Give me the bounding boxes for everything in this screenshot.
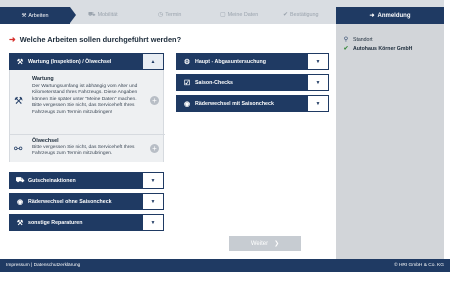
add-wartung-button[interactable]: + (150, 96, 159, 105)
summary-sidebar: ⚲ Standort ✔ Autohaus Körner GmbH (336, 24, 444, 259)
accordion-raederwechsel-mit[interactable]: ◉ Räderwechsel mit Saisoncheck ▼ (176, 95, 329, 112)
check-icon: ✔ (283, 12, 289, 18)
chevron-down-icon[interactable]: ▼ (142, 214, 164, 231)
accordion-sonstige-reparaturen[interactable]: ⚒ sonstige Reparaturen ▼ (9, 214, 164, 231)
page-question: ➜ Welche Arbeiten sollen durchgeführt we… (9, 35, 182, 44)
accordion-wartung[interactable]: ⚒ Wartung (Inspektion) / Ölwechsel ▲ (9, 53, 164, 70)
option-wartung[interactable]: ⚒ Wartung Der Wartungsumfang ist abhängi… (10, 70, 165, 134)
chevron-right-icon: ❯ (274, 241, 280, 247)
page-edge (444, 0, 450, 259)
wartung-options-panel: ⚒ Wartung Der Wartungsumfang ist abhängi… (9, 70, 165, 162)
wrench-icon: ⚒ (21, 12, 27, 19)
user-icon: ▢ (220, 12, 226, 18)
chevron-down-icon[interactable]: ▼ (307, 95, 329, 112)
footer-links[interactable]: Impressum | Datenschutzerklärung (6, 263, 80, 268)
step-mobilitaet[interactable]: ⛟ Mobilität (88, 8, 118, 21)
location-label-row: ⚲ Standort (343, 36, 373, 44)
chevron-down-icon[interactable]: ▼ (307, 74, 329, 91)
wrench-screwdriver-icon: ⚒ (16, 58, 24, 66)
checklist-icon: ☑ (183, 79, 191, 87)
step-arbeiten[interactable]: ⚒ Arbeiten (0, 7, 76, 24)
chevron-up-icon[interactable]: ▲ (142, 53, 164, 70)
login-icon: ➜ (369, 13, 375, 19)
add-oelwechsel-button[interactable]: + (150, 144, 159, 153)
footer-copyright: © HRI GmbH & Co. KG (394, 263, 444, 268)
step-meine-daten[interactable]: ▢ Meine Daten (220, 8, 258, 21)
chevron-down-icon[interactable]: ▼ (307, 53, 329, 70)
car-icon: ⛟ (15, 177, 25, 184)
check-circle-icon: ✔ (343, 46, 349, 52)
inspection-icon: ⚙ (183, 58, 191, 66)
chevron-down-icon[interactable]: ▼ (142, 172, 164, 189)
arrow-right-icon: ➜ (9, 35, 16, 44)
chevron-down-icon[interactable]: ▼ (142, 193, 164, 210)
accordion-hu-au[interactable]: ⚙ Haupt - Abgasuntersuchung ▼ (176, 53, 329, 70)
clock-icon: ◷ (158, 12, 164, 18)
wrench-screwdriver-icon: ⚒ (16, 219, 24, 227)
accordion-gutscheinaktionen[interactable]: ⛟ Gutscheinaktionen ▼ (9, 172, 164, 189)
wrench-screwdriver-icon: ⚒ (14, 96, 23, 107)
location-pin-icon: ⚲ (343, 37, 349, 43)
car-icon: ⛟ (88, 11, 96, 18)
oil-can-icon: ⚯ (14, 144, 23, 155)
next-button[interactable]: Weiter ❯ (229, 236, 301, 251)
option-oelwechsel[interactable]: ⚯ Ölwechsel Bitte vergessen Sie nicht, d… (10, 135, 165, 162)
accordion-saison-checks[interactable]: ☑ Saison-Checks ▼ (176, 74, 329, 91)
footer: Impressum | Datenschutzerklärung © HRI G… (0, 259, 450, 272)
login-button[interactable]: ➜ Anmeldung (336, 7, 444, 24)
tire-icon: ◉ (183, 100, 191, 108)
accordion-raederwechsel-ohne[interactable]: ◉ Räderwechsel ohne Saisoncheck ▼ (9, 193, 164, 210)
bottom-spacer (0, 272, 450, 282)
main-content: ➜ Welche Arbeiten sollen durchgeführt we… (0, 24, 336, 259)
step-termin[interactable]: ◷ Termin (158, 8, 181, 21)
step-bestaetigung[interactable]: ✔ Bestätigung (283, 8, 319, 21)
tire-icon: ◉ (16, 198, 24, 206)
location-value-row: ✔ Autohaus Körner GmbH (343, 45, 413, 53)
